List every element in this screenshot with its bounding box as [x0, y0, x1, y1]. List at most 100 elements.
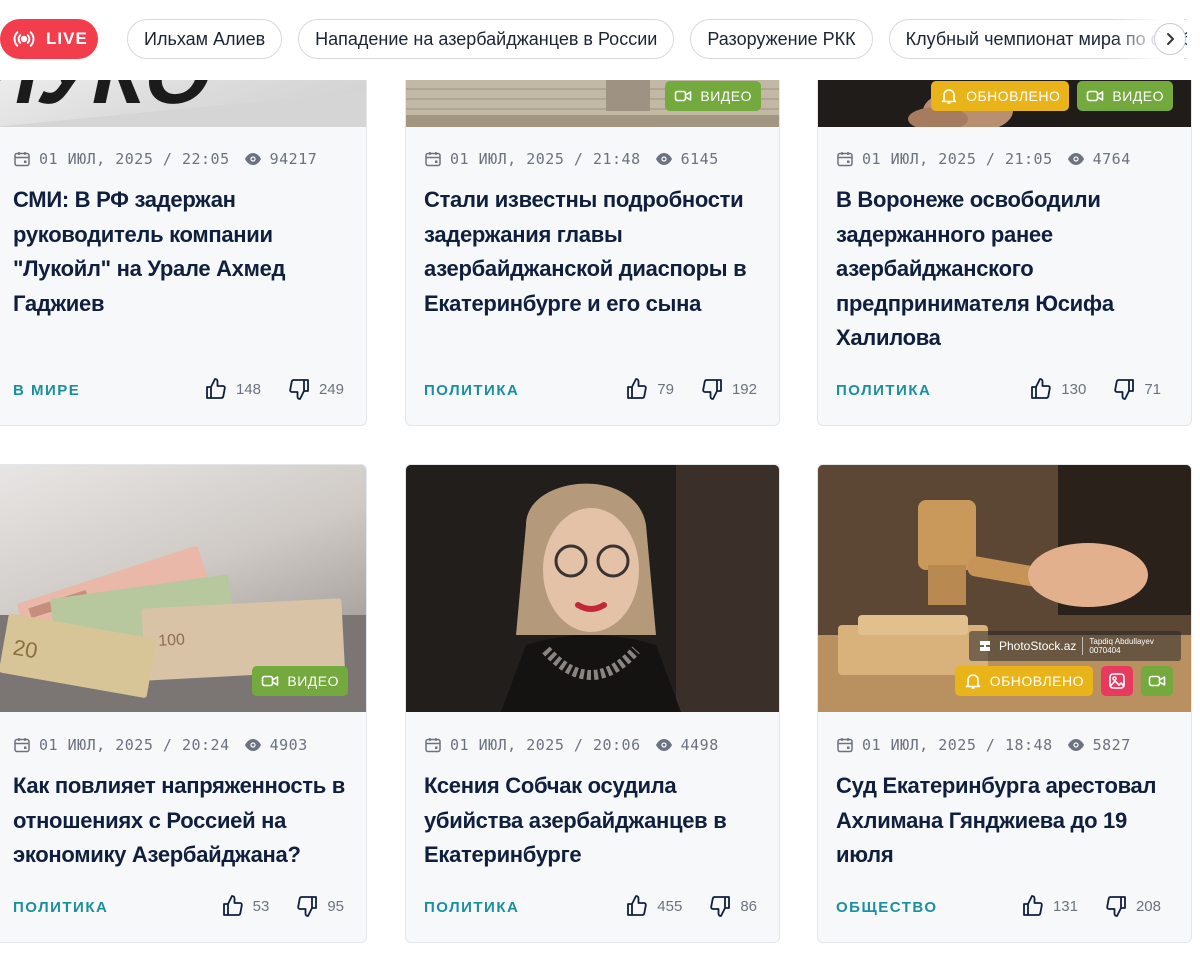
video-camera-icon — [675, 90, 692, 102]
news-title[interactable]: В Воронеже освободили задержанного ранее… — [836, 183, 1177, 356]
publish-date: 01 ИЮЛ, 2025 / 22:05 — [39, 150, 230, 168]
category-link[interactable]: ПОЛИТИКА — [13, 899, 108, 916]
thumbs-down-icon[interactable] — [1104, 894, 1128, 918]
video-badge-label: ВИДЕО — [700, 88, 752, 104]
category-link[interactable]: В МИРЕ — [13, 382, 80, 399]
like-count: 455 — [657, 897, 683, 915]
title-line: задержания главы — [424, 221, 623, 247]
dislike-count: 71 — [1144, 380, 1161, 398]
thumbs-up-icon[interactable] — [625, 377, 649, 401]
news-card[interactable]: ЛУКО 01 ИЮЛ, 2025 / 22:05 94217 СМИ: В Р… — [0, 40, 367, 426]
media-badges: ВИДЕО — [252, 666, 348, 696]
video-badge-label: ВИДЕО — [1112, 88, 1164, 104]
thumbs-down-icon[interactable] — [700, 377, 724, 401]
news-thumbnail[interactable] — [406, 465, 779, 712]
category-link[interactable]: ПОЛИТИКА — [836, 382, 931, 399]
calendar-icon — [837, 738, 853, 753]
topic-chip[interactable]: Ильхам Алиев — [127, 19, 283, 59]
chevron-right-icon — [1167, 33, 1174, 45]
calendar-icon — [425, 152, 441, 167]
thumbs-up-icon[interactable] — [1021, 894, 1045, 918]
news-card[interactable]: ВИДЕО 01 ИЮЛ, 2025 / 21:48 6145 Стали из… — [405, 40, 780, 426]
title-line: Ахлимана Гянджиева до 19 — [836, 807, 1127, 833]
thumbs-down-icon[interactable] — [287, 377, 311, 401]
news-card[interactable]: ОБНОВЛЕНО ВИДЕО 01 ИЮЛ, 2025 / 21:05 476… — [817, 40, 1192, 426]
like-count: 53 — [252, 897, 270, 915]
news-card[interactable]: 100 20 ВИДЕО 01 ИЮЛ, 2025 / 20:24 4903 К… — [0, 464, 367, 943]
title-line: СМИ: В РФ задержан — [13, 187, 236, 212]
dislike-count: 95 — [327, 897, 344, 915]
title-line: задержанного ранее — [836, 221, 1053, 247]
news-title[interactable]: СМИ: В РФ задержан руководитель компании… — [13, 183, 352, 321]
title-line: убийства азербайджанцев в — [424, 807, 727, 833]
photostock-logo-icon — [980, 641, 990, 651]
vote-bar: 53 95 — [221, 894, 344, 918]
category-link[interactable]: ОБЩЕСТВО — [836, 899, 938, 916]
news-title[interactable]: Стали известны подробности задержания гл… — [424, 183, 765, 321]
photo-watermark: PhotoStock.az Tapdiq Abdullayev 0070404 — [969, 631, 1181, 661]
thumbs-up-icon[interactable] — [204, 377, 228, 401]
news-thumbnail[interactable]: PhotoStock.az Tapdiq Abdullayev 0070404 О… — [818, 465, 1191, 712]
thumbs-down-icon[interactable] — [295, 894, 319, 918]
thumbs-up-icon[interactable] — [221, 894, 245, 918]
video-badge-label: ВИДЕО — [287, 673, 339, 689]
watermark-code: 0070404 — [1089, 646, 1121, 655]
media-badges: ВИДЕО — [665, 81, 761, 111]
media-badges: ОБНОВЛЕНО ВИДЕО — [931, 81, 1173, 111]
bell-icon — [941, 89, 957, 104]
dislike-count: 192 — [731, 380, 757, 398]
publish-date: 01 ИЮЛ, 2025 / 21:48 — [450, 150, 641, 168]
live-label: LIVE — [46, 29, 88, 48]
category-link[interactable]: ПОЛИТИКА — [424, 899, 519, 916]
updated-badge-label: ОБНОВЛЕНО — [966, 88, 1061, 104]
card-meta: 01 ИЮЛ, 2025 / 18:48 5827 — [836, 736, 1131, 754]
dislike-count: 249 — [318, 380, 344, 398]
eye-icon — [655, 739, 672, 751]
vote-bar: 148 249 — [204, 377, 344, 401]
video-camera-icon — [262, 675, 279, 687]
news-card[interactable]: 01 ИЮЛ, 2025 / 20:06 4498 Ксения Собчак … — [405, 464, 780, 943]
updated-badge-label: ОБНОВЛЕНО — [989, 673, 1084, 689]
card-meta: 01 ИЮЛ, 2025 / 22:05 94217 — [13, 150, 317, 168]
publish-date: 01 ИЮЛ, 2025 / 20:06 — [450, 736, 641, 754]
news-title[interactable]: Суд Екатеринбурга арестовал Ахлимана Гян… — [836, 769, 1177, 873]
thumbs-down-icon[interactable] — [1112, 377, 1136, 401]
updated-badge: ОБНОВЛЕНО — [954, 666, 1093, 696]
gallery-badge — [1101, 666, 1133, 696]
topic-chip[interactable]: Разоружение РКК — [690, 19, 873, 59]
publish-date: 01 ИЮЛ, 2025 / 18:48 — [862, 736, 1053, 754]
view-count: 6145 — [680, 150, 719, 168]
thumbs-up-icon[interactable] — [1029, 377, 1053, 401]
title-line: Гаджиев — [13, 290, 105, 316]
thumbs-up-icon[interactable] — [625, 894, 649, 918]
dislike-count: 208 — [1135, 897, 1161, 915]
topic-chip[interactable]: Нападение на азербайджанцев в России — [298, 19, 675, 59]
view-count: 4498 — [680, 736, 719, 754]
thumbs-down-icon[interactable] — [708, 894, 732, 918]
title-line: Стали известны подробности — [424, 187, 744, 212]
calendar-icon — [837, 152, 853, 167]
topic-chips: Ильхам Алиев Нападение на азербайджанцев … — [127, 19, 1187, 59]
title-line: Ксения Собчак осудила — [424, 773, 677, 798]
title-line: Екатеринбурге — [424, 842, 582, 867]
news-thumbnail[interactable]: 100 20 ВИДЕО — [0, 465, 366, 712]
watermark-divider — [1082, 637, 1084, 655]
news-title[interactable]: Как повлияет напряженность в отношениях … — [13, 769, 352, 873]
view-count: 4903 — [269, 736, 308, 754]
news-card[interactable]: PhotoStock.az Tapdiq Abdullayev 0070404 О… — [817, 464, 1192, 943]
category-link[interactable]: ПОЛИТИКА — [424, 382, 519, 399]
banknote-denomination: 100 — [158, 631, 186, 649]
live-button[interactable]: LIVE — [0, 19, 98, 59]
like-count: 130 — [1061, 380, 1087, 398]
news-title[interactable]: Ксения Собчак осудила убийства азербайдж… — [424, 769, 765, 873]
card-meta: 01 ИЮЛ, 2025 / 21:05 4764 — [836, 150, 1131, 168]
scroll-right-button[interactable] — [1154, 23, 1186, 55]
vote-bar: 130 71 — [1029, 377, 1161, 401]
title-line: "Лукойл" на Урале Ахмед — [13, 256, 286, 281]
publish-date: 01 ИЮЛ, 2025 / 21:05 — [862, 150, 1053, 168]
video-camera-icon — [1148, 675, 1166, 687]
like-count: 131 — [1052, 897, 1078, 915]
view-count: 5827 — [1092, 736, 1131, 754]
eye-icon — [1067, 153, 1084, 165]
eye-icon — [244, 739, 261, 751]
